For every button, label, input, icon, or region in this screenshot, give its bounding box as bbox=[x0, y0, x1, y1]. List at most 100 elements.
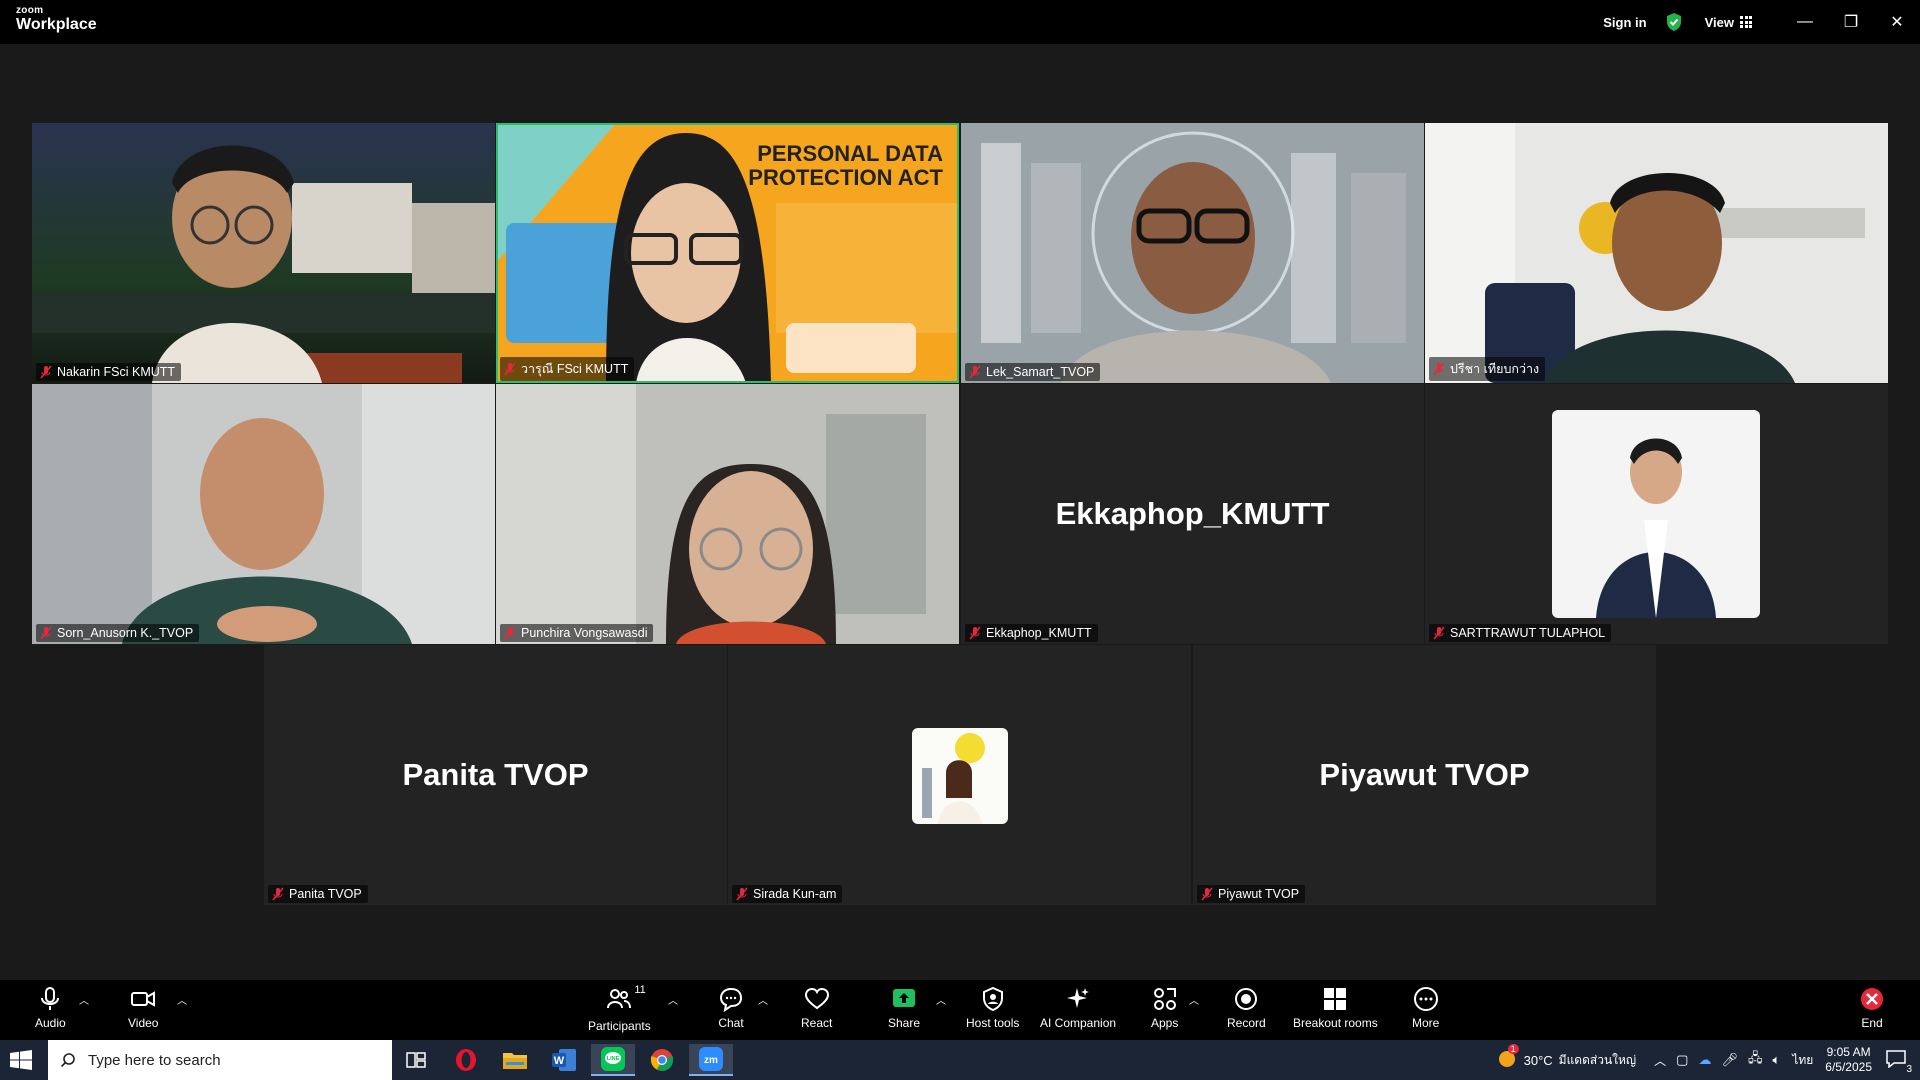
participant-nameplate: Punchira Vongsawasdi bbox=[500, 624, 654, 642]
network-icon[interactable]: 🖧︎ bbox=[1748, 1049, 1763, 1071]
participant-video: PERSONAL DATA PROTECTION ACT bbox=[496, 123, 959, 383]
participant-tile-punchira[interactable]: Punchira Vongsawasdi bbox=[496, 384, 959, 644]
participants-count: 11 bbox=[634, 984, 646, 996]
participant-nameplate: Panita TVOP bbox=[268, 885, 368, 903]
participant-tile-lek-samart[interactable]: Lek_Samart_TVOP bbox=[961, 123, 1424, 383]
title-bar: zoom Workplace Sign in View — ❐ ✕ bbox=[0, 0, 1920, 44]
participant-tile-sarttrawut[interactable]: SARTTRAWUT TULAPHOL bbox=[1425, 384, 1888, 644]
notification-icon bbox=[1886, 1049, 1906, 1069]
tray-expand-chevron-icon[interactable]: ︿ bbox=[1654, 1052, 1666, 1069]
end-label: End bbox=[1861, 1016, 1883, 1030]
file-explorer-icon[interactable] bbox=[493, 1044, 537, 1076]
participant-tile-warunee[interactable]: PERSONAL DATA PROTECTION ACT วารุณี FSci… bbox=[496, 123, 959, 383]
encryption-shield-icon[interactable] bbox=[1665, 12, 1683, 32]
participant-video bbox=[1425, 123, 1888, 383]
participant-video bbox=[32, 123, 495, 383]
view-label: View bbox=[1704, 14, 1734, 30]
restore-button[interactable]: ❐ bbox=[1828, 0, 1874, 44]
more-button[interactable]: More bbox=[1412, 986, 1439, 1030]
participant-tile-ekkaphop[interactable]: Ekkaphop_KMUTT Ekkaphop_KMUTT bbox=[961, 384, 1424, 644]
video-options-chevron-icon[interactable]: ︿ bbox=[177, 992, 187, 1007]
sign-in-button[interactable]: Sign in bbox=[1603, 15, 1646, 30]
participant-tile-preecha[interactable]: ปรีชา เทียบกว่าง bbox=[1425, 123, 1888, 383]
participant-tile-panita[interactable]: Panita TVOP Panita TVOP bbox=[264, 645, 727, 905]
svg-text:zm: zm bbox=[704, 1055, 718, 1066]
share-screen-icon bbox=[893, 989, 916, 1007]
participant-name: Ekkaphop_KMUTT bbox=[986, 626, 1092, 640]
close-window-button[interactable]: ✕ bbox=[1874, 0, 1920, 44]
ai-companion-button[interactable]: AI Companion bbox=[1040, 986, 1116, 1030]
react-button[interactable]: React bbox=[801, 986, 832, 1030]
share-label: Share bbox=[888, 1016, 921, 1030]
microphone-icon bbox=[41, 987, 60, 1010]
participant-name: Nakarin FSci KMUTT bbox=[57, 365, 176, 379]
participants-icon bbox=[607, 989, 632, 1009]
apps-options-chevron-icon[interactable]: ︿ bbox=[1189, 992, 1199, 1007]
device-icon[interactable]: ▢ bbox=[1676, 1052, 1688, 1068]
host-tools-button[interactable]: Host tools bbox=[966, 986, 1019, 1030]
audio-options-chevron-icon[interactable]: ︿ bbox=[79, 992, 89, 1007]
windows-start-icon[interactable] bbox=[10, 1050, 34, 1070]
weather-widget[interactable]: 1 bbox=[1496, 1043, 1519, 1073]
breakout-rooms-icon bbox=[1324, 988, 1347, 1010]
breakout-rooms-button[interactable]: Breakout rooms bbox=[1293, 986, 1378, 1030]
windows-taskbar: Type here to search W LINE zm 1 30°C มีแ… bbox=[0, 1040, 1920, 1080]
clock-time: 9:05 AM bbox=[1826, 1045, 1871, 1059]
participant-video bbox=[496, 384, 959, 644]
chat-button[interactable]: Chat bbox=[718, 986, 744, 1030]
notifications-button[interactable]: 3 bbox=[1886, 1049, 1912, 1075]
slide-title-line2: PROTECTION ACT bbox=[748, 165, 943, 190]
volume-icon[interactable]: 🔈︎ bbox=[1772, 1052, 1780, 1068]
chat-label: Chat bbox=[718, 1016, 744, 1030]
participant-tile-nakarin[interactable]: Nakarin FSci KMUTT bbox=[32, 123, 495, 383]
more-ellipsis-icon bbox=[1413, 987, 1438, 1011]
ai-companion-label: AI Companion bbox=[1040, 1016, 1117, 1030]
chrome-browser-icon[interactable] bbox=[640, 1044, 684, 1076]
share-options-chevron-icon[interactable]: ︿ bbox=[936, 992, 946, 1007]
participant-tile-sirada[interactable]: Sirada Kun-am bbox=[728, 645, 1191, 905]
participants-button[interactable]: 11 Participants bbox=[588, 984, 651, 1033]
end-meeting-button[interactable]: End bbox=[1859, 986, 1885, 1030]
clock-date: 6/5/2025 bbox=[1825, 1060, 1872, 1074]
participant-nameplate: Sirada Kun-am bbox=[732, 885, 843, 903]
svg-text:W: W bbox=[554, 1055, 565, 1067]
onedrive-cloud-icon[interactable]: ☁ bbox=[1698, 1052, 1711, 1068]
input-language[interactable]: ไทย bbox=[1792, 1051, 1813, 1070]
minimize-button[interactable]: — bbox=[1782, 0, 1828, 44]
clock[interactable]: 9:05 AM 6/5/2025 bbox=[1825, 1045, 1872, 1075]
audio-button[interactable]: Audio bbox=[35, 986, 66, 1030]
end-close-icon bbox=[1861, 988, 1883, 1010]
taskbar-search-input[interactable]: Type here to search bbox=[48, 1040, 392, 1080]
apps-icon bbox=[1153, 988, 1176, 1010]
participant-nameplate: Sorn_Anusorn K._TVOP bbox=[36, 624, 200, 642]
mic-muted-icon bbox=[40, 626, 52, 640]
record-button[interactable]: Record bbox=[1227, 986, 1266, 1030]
word-app-icon[interactable]: W bbox=[542, 1044, 586, 1076]
zoom-app-icon[interactable]: zm bbox=[689, 1044, 733, 1076]
participant-tile-piyawut[interactable]: Piyawut TVOP Piyawut TVOP bbox=[1193, 645, 1656, 905]
chat-options-chevron-icon[interactable]: ︿ bbox=[758, 992, 768, 1007]
participant-name: ปรีชา เทียบกว่าง bbox=[1450, 362, 1540, 376]
video-button[interactable]: Video bbox=[128, 986, 158, 1030]
line-app-icon[interactable]: LINE bbox=[591, 1044, 635, 1076]
mic-muted-icon bbox=[1201, 887, 1213, 901]
camera-icon bbox=[131, 991, 156, 1007]
view-button[interactable]: View bbox=[1705, 15, 1752, 30]
participant-avatar bbox=[912, 728, 1008, 824]
participant-nameplate: ปรีชา เทียบกว่าง bbox=[1429, 357, 1546, 381]
share-button[interactable]: Share bbox=[888, 986, 920, 1030]
opera-browser-icon[interactable] bbox=[444, 1044, 488, 1076]
participant-name: Panita TVOP bbox=[289, 887, 362, 901]
participants-options-chevron-icon[interactable]: ︿ bbox=[668, 992, 678, 1007]
mic-muted-icon bbox=[40, 365, 52, 379]
apps-button[interactable]: Apps bbox=[1151, 986, 1178, 1030]
slide-title-line1: PERSONAL DATA bbox=[757, 141, 943, 166]
tray-microphone-icon[interactable]: 🎤︎ bbox=[1721, 1052, 1738, 1068]
breakout-rooms-label: Breakout rooms bbox=[1293, 1016, 1378, 1030]
zoom-logo: zoom Workplace bbox=[16, 6, 97, 33]
participant-name: Punchira Vongsawasdi bbox=[521, 626, 648, 640]
participant-tile-sorn-anusorn[interactable]: Sorn_Anusorn K._TVOP bbox=[32, 384, 495, 644]
participant-nameplate: SARTTRAWUT TULAPHOL bbox=[1429, 624, 1612, 642]
participant-video bbox=[961, 123, 1424, 383]
task-view-icon[interactable] bbox=[394, 1044, 438, 1076]
